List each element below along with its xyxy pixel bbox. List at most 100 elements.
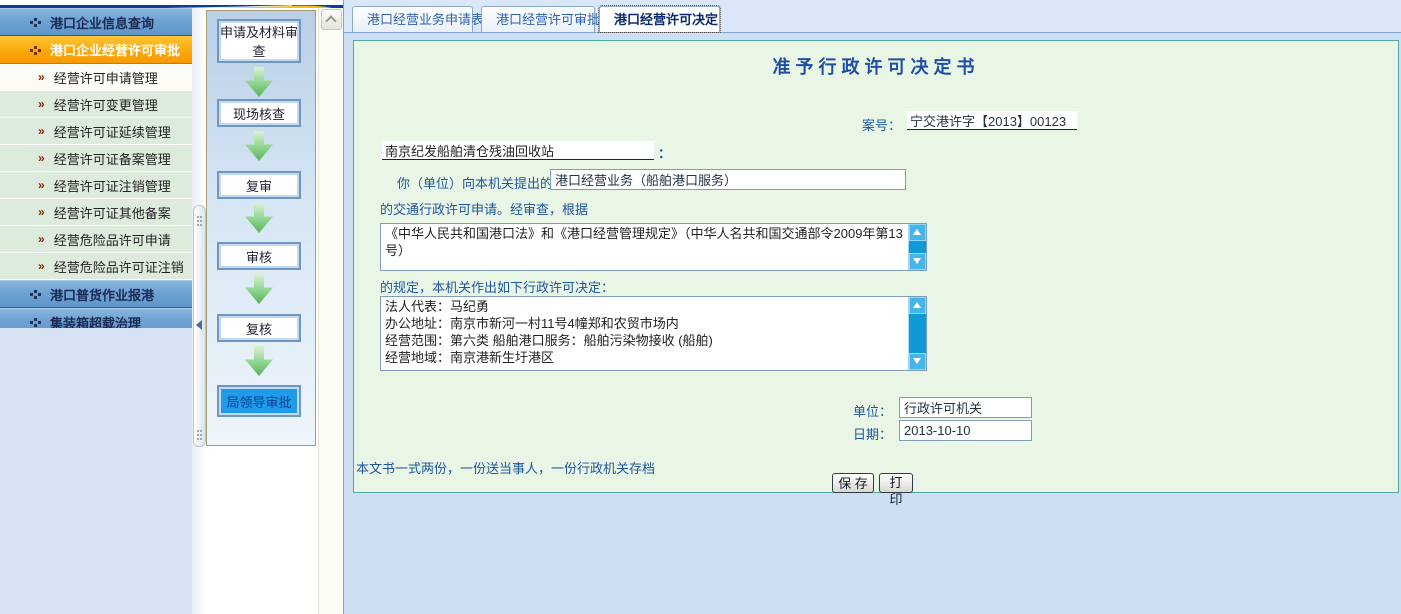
sidebar-item-license-record-mgmt[interactable]: » 经营许可证备案管理 [0, 145, 192, 172]
sidebar-item-label: 经营许可申请管理 [54, 68, 158, 87]
workflow-panel: 申请及材料审查 现场核查 复审 审核 复核 局领导审批 [206, 10, 316, 446]
triangle-down-icon [913, 258, 921, 264]
banner-edge [0, 0, 343, 8]
grip-dots-icon [197, 430, 199, 432]
sidebar-item-label: 经营许可证延续管理 [54, 122, 171, 141]
sidebar-item-label: 经营许可证注销管理 [54, 176, 171, 195]
date-label: 日期： [853, 424, 892, 443]
tab-strip: 港口经营业务申请表 港口经营许可审批 港口经营许可决定 [344, 0, 1401, 33]
flow-down-arrow-icon [245, 274, 273, 304]
case-number-input[interactable] [907, 111, 1077, 130]
workflow-step-leader-approval: 局领导审批 [217, 385, 301, 417]
scroll-down-button[interactable] [909, 253, 926, 270]
menu-bullet-icon [30, 289, 42, 299]
sidebar-item-label: 经营危险品许可证注销 [54, 257, 184, 276]
applicant-colon: ： [658, 143, 671, 162]
scroll-up-button[interactable] [909, 297, 926, 314]
case-number-label: 案号： [862, 115, 901, 134]
sidebar-item-label: 经营许可证备案管理 [54, 149, 171, 168]
menu-bullet-icon [30, 317, 42, 327]
applicant-name-input[interactable] [382, 141, 654, 160]
grip-dots-icon [197, 216, 199, 218]
scroll-up-button[interactable] [909, 224, 926, 241]
sidebar-item-label: 港口企业经营许可审批 [50, 40, 180, 59]
panel-splitter [192, 8, 206, 614]
frame-scrollbar[interactable] [318, 8, 344, 614]
proposed-business-input[interactable] [550, 169, 906, 190]
workflow-step-label: 现场核查 [233, 104, 285, 123]
triangle-up-icon [913, 229, 921, 235]
date-input[interactable] [899, 420, 1032, 441]
tab-label: 港口经营业务申请表 [367, 12, 484, 27]
workflow-step-application-review: 申请及材料审查 [217, 19, 301, 63]
collapse-left-arrow-icon [196, 320, 202, 330]
sidebar-item-label: 经营许可证其他备案 [54, 203, 171, 222]
scroll-up-button[interactable] [321, 9, 342, 30]
sidebar-item-dangerous-goods-apply[interactable]: » 经营危险品许可申请 [0, 226, 192, 253]
sidebar-item-license-approval[interactable]: 港口企业经营许可审批 [0, 36, 192, 64]
workflow-step-re-review: 复审 [217, 171, 301, 199]
sub-bullet-icon: » [38, 259, 45, 273]
splitter-collapse-handle[interactable] [193, 205, 206, 447]
sub-bullet-icon: » [38, 232, 45, 246]
workflow-step-label: 复核 [246, 319, 272, 338]
tab-label: 港口经营许可审批 [496, 12, 600, 27]
textarea-scrollbar[interactable] [908, 224, 926, 270]
tab-license-decision[interactable]: 港口经营许可决定 [599, 6, 720, 32]
legal-basis-textarea[interactable]: 《中华人民共和国港口法》和《港口经营管理规定》（中华人名共和国交通部令2009年… [380, 223, 927, 271]
legal-basis-text: 《中华人民共和国港口法》和《港口经营管理规定》（中华人名共和国交通部令2009年… [381, 224, 908, 270]
app-window: 港口企业信息查询 港口企业经营许可审批 » 经营许可申请管理 » 经营许可变更管… [0, 0, 1401, 614]
save-button[interactable]: 保 存 [832, 473, 874, 493]
sidebar-item-general-cargo-report[interactable]: 港口普货作业报港 [0, 280, 192, 308]
sidebar-item-license-change-mgmt[interactable]: » 经营许可变更管理 [0, 91, 192, 118]
sidebar-item-label: 港口企业信息查询 [50, 13, 154, 32]
sub-bullet-icon: » [38, 178, 45, 192]
workflow-step-label: 申请及材料审查 [219, 22, 299, 60]
decision-content-text: 法人代表：马纪勇 办公地址：南京市新河一村11号4幢郑和农贸市场内 经营范围：第… [381, 297, 908, 370]
workflow-step-recheck: 复核 [217, 314, 301, 342]
workflow-step-site-check: 现场核查 [217, 99, 301, 127]
flow-down-arrow-icon [245, 346, 273, 376]
tab-business-application-form[interactable]: 港口经营业务申请表 [352, 6, 473, 32]
sub-bullet-icon: » [38, 70, 45, 84]
footer-note: 本文书一式两份，一份送当事人，一份行政机关存档 [356, 458, 655, 477]
decision-intro-text: 的规定，本机关作出如下行政许可决定： [380, 277, 614, 296]
unit-input[interactable] [899, 397, 1032, 418]
sub-bullet-icon: » [38, 124, 45, 138]
decision-form-panel: 准予行政许可决定书 案号： ： 你（单位）向本机关提出的 的交通行政许可申请。经… [353, 40, 1399, 493]
workflow-step-audit: 审核 [217, 242, 301, 270]
menu-bullet-icon [30, 45, 42, 55]
scroll-down-button[interactable] [909, 353, 926, 370]
print-button[interactable]: 打印 [879, 473, 913, 493]
decision-content-textarea[interactable]: 法人代表：马纪勇 办公地址：南京市新河一村11号4幢郑和农贸市场内 经营范围：第… [380, 296, 927, 371]
sub-bullet-icon: » [38, 97, 45, 111]
sidebar-item-license-renewal-mgmt[interactable]: » 经营许可证延续管理 [0, 118, 192, 145]
sidebar-item-label: 经营许可变更管理 [54, 95, 158, 114]
chevron-up-icon [325, 15, 336, 26]
scrollbar-track[interactable] [909, 241, 926, 253]
workflow-step-label: 复审 [246, 176, 272, 195]
sidebar-empty-area [0, 328, 192, 614]
sidebar-item-port-enterprise-info[interactable]: 港口企业信息查询 [0, 8, 192, 36]
tab-license-approval[interactable]: 港口经营许可审批 [481, 6, 595, 32]
sidebar-item-label: 港口普货作业报港 [50, 285, 154, 304]
sidebar-item-dangerous-goods-cancel[interactable]: » 经营危险品许可证注销 [0, 253, 192, 280]
after-proposed-text: 的交通行政许可申请。经审查，根据 [380, 199, 588, 218]
triangle-down-icon [913, 358, 921, 364]
sidebar-item-license-other-record[interactable]: » 经营许可证其他备案 [0, 199, 192, 226]
document-title: 准予行政许可决定书 [354, 53, 1398, 79]
sub-bullet-icon: » [38, 205, 45, 219]
workflow-step-label: 局领导审批 [226, 392, 291, 411]
scrollbar-track[interactable] [909, 314, 926, 353]
sidebar: 港口企业信息查询 港口企业经营许可审批 » 经营许可申请管理 » 经营许可变更管… [0, 8, 192, 336]
sidebar-item-license-cancel-mgmt[interactable]: » 经营许可证注销管理 [0, 172, 192, 199]
flow-down-arrow-icon [245, 67, 273, 97]
menu-bullet-icon [30, 17, 42, 27]
flow-down-arrow-icon [245, 203, 273, 233]
sub-bullet-icon: » [38, 151, 45, 165]
proposed-label: 你（单位）向本机关提出的 [397, 173, 553, 192]
workflow-step-label: 审核 [246, 247, 272, 266]
main-content: 港口经营业务申请表 港口经营许可审批 港口经营许可决定 准予行政许可决定书 案号… [343, 0, 1401, 614]
sidebar-item-license-apply-mgmt[interactable]: » 经营许可申请管理 [0, 64, 192, 91]
textarea-scrollbar[interactable] [908, 297, 926, 370]
